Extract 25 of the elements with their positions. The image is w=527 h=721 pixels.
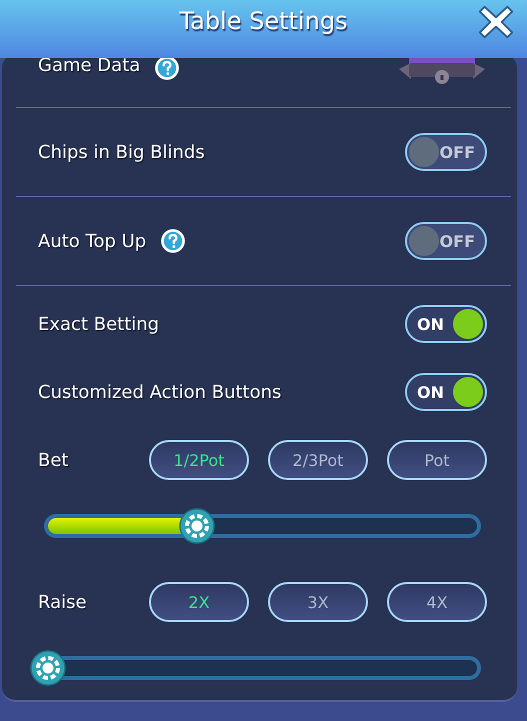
toggle-switch[interactable]: ON [405, 305, 487, 343]
setting-label: Bet [38, 450, 70, 470]
setting-label: Customized Action Buttons [38, 382, 282, 402]
help-icon[interactable] [160, 228, 186, 254]
slider-thumb-icon[interactable] [30, 650, 66, 686]
close-icon[interactable] [477, 3, 515, 41]
toggle-switch[interactable]: OFF [405, 133, 487, 171]
setting-label: Raise [38, 592, 88, 612]
toggle-switch[interactable]: OFF [405, 222, 487, 260]
toggle-switch[interactable]: ON [405, 373, 487, 411]
window-title: Table Settings [179, 7, 348, 35]
preset-button[interactable]: 2/3Pot [268, 440, 368, 480]
preset-button[interactable]: 4X [387, 582, 487, 622]
setting-label: Auto Top Up [38, 230, 146, 252]
preset-button[interactable]: 1/2Pot [149, 440, 249, 480]
preset-button[interactable]: Pot [387, 440, 487, 480]
help-icon[interactable] [154, 55, 180, 81]
locked-badge-icon [397, 55, 487, 85]
preset-button[interactable]: 2X [149, 582, 249, 622]
setting-label: Chips in Big Blinds [38, 142, 205, 162]
slider[interactable] [30, 648, 481, 688]
setting-label: Game Data [38, 55, 140, 76]
preset-button[interactable]: 3X [268, 582, 368, 622]
setting-label: Exact Betting [38, 314, 160, 334]
slider-thumb-icon[interactable] [179, 508, 216, 544]
